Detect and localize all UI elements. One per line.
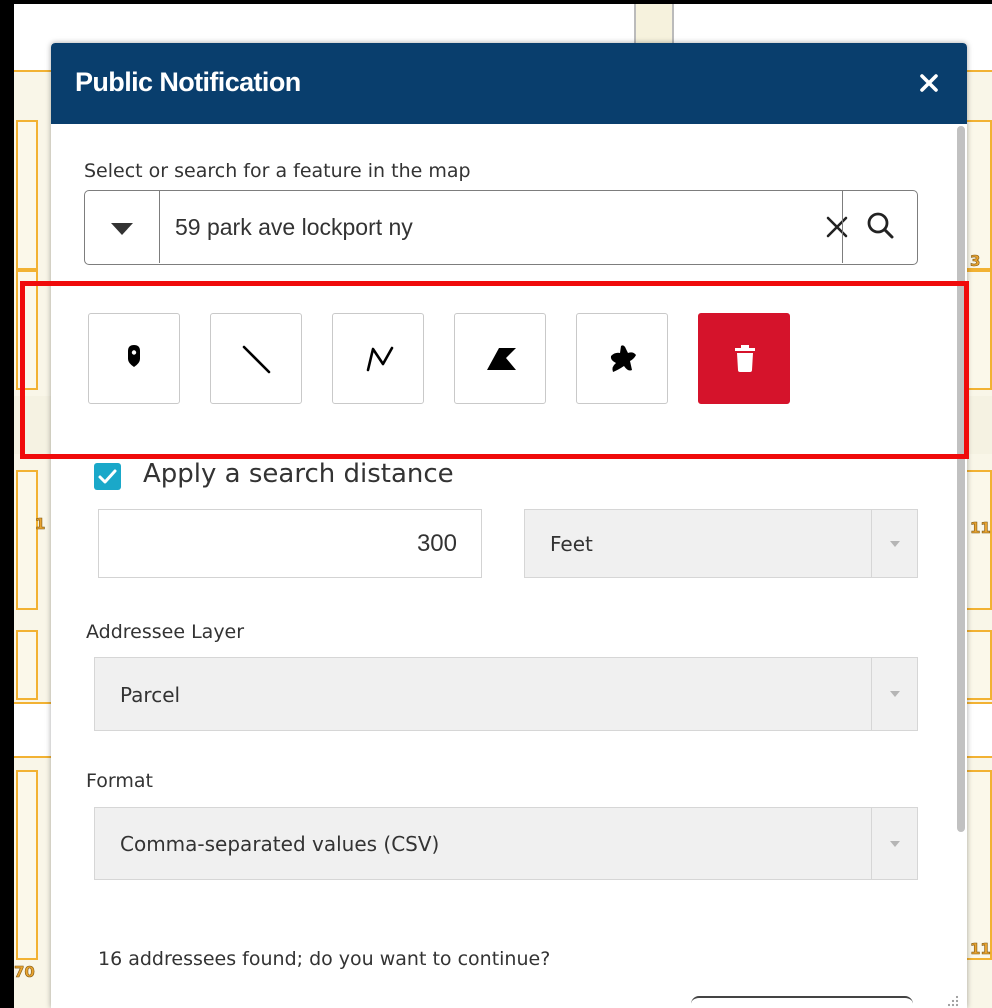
search-box <box>84 190 918 265</box>
caret-down-icon <box>111 223 133 235</box>
map-parcel <box>964 470 992 610</box>
draw-freehand-polygon-button[interactable] <box>576 313 668 404</box>
freehand-polygon-icon <box>610 345 636 372</box>
select-arrow-zone <box>871 658 917 730</box>
chevron-down-icon <box>890 540 900 547</box>
draw-line-button[interactable] <box>210 313 302 404</box>
map-parcel-label: 70 <box>14 963 35 982</box>
draw-point-button[interactable] <box>88 313 180 404</box>
search-distance-label: Apply a search distance <box>143 459 454 489</box>
addressee-layer-label: Addressee Layer <box>86 621 245 643</box>
scrollbar-thumb[interactable] <box>957 126 965 832</box>
map-parcel <box>16 630 38 700</box>
map-parcel-label: 3 <box>970 252 981 271</box>
draw-polyline-button[interactable] <box>332 313 424 404</box>
search-label: Select or search for a feature in the ma… <box>84 160 471 182</box>
close-button[interactable] <box>911 65 947 101</box>
addressee-layer-value: Parcel <box>120 683 181 707</box>
checkmark-icon <box>98 469 117 484</box>
map-parcel-label: 11 <box>970 519 991 538</box>
line-icon <box>242 345 271 374</box>
trash-icon <box>735 345 755 372</box>
distance-unit-select[interactable]: Feet <box>524 509 918 578</box>
format-label: Format <box>86 770 153 792</box>
search-button[interactable] <box>842 191 917 263</box>
distance-unit-value: Feet <box>550 532 593 556</box>
map-parcel <box>964 270 992 390</box>
map-parcel <box>964 120 992 270</box>
search-source-dropdown[interactable] <box>85 191 160 263</box>
panel-header: Public Notification <box>51 43 967 124</box>
close-icon <box>920 74 938 92</box>
chevron-down-icon <box>890 691 900 697</box>
map-parcel <box>964 630 992 700</box>
map-parcel <box>16 770 38 960</box>
search-distance-input[interactable] <box>98 509 482 578</box>
format-select[interactable]: Comma-separated values (CSV) <box>94 807 918 880</box>
format-value: Comma-separated values (CSV) <box>120 832 440 856</box>
map-parcel <box>16 270 38 390</box>
search-input[interactable] <box>175 212 775 242</box>
map-parcel <box>16 470 38 610</box>
map-parcel <box>964 770 992 960</box>
search-icon <box>867 212 894 239</box>
map-parcel-label: 1 <box>35 515 46 534</box>
polygon-icon <box>487 348 516 370</box>
resize-grip-icon[interactable] <box>945 993 959 1007</box>
draw-polygon-button[interactable] <box>454 313 546 404</box>
addressee-layer-select[interactable]: Parcel <box>94 657 918 731</box>
polyline-icon <box>366 346 394 372</box>
select-arrow-zone <box>871 510 917 577</box>
addressees-found-message: 16 addressees found; do you want to cont… <box>98 948 551 970</box>
map-parcel <box>16 120 38 270</box>
screen-top-edge <box>0 0 992 4</box>
delete-drawing-button[interactable] <box>698 313 790 404</box>
select-arrow-zone <box>871 808 917 879</box>
search-distance-checkbox[interactable] <box>94 463 121 490</box>
map-parcel-label: 111 <box>970 940 992 959</box>
public-notification-panel: Public Notification Select or search for… <box>51 43 967 1008</box>
continue-button-edge[interactable] <box>691 996 913 1008</box>
panel-title: Public Notification <box>75 67 301 97</box>
chevron-down-icon <box>890 840 900 847</box>
map-pin-icon <box>128 345 140 367</box>
